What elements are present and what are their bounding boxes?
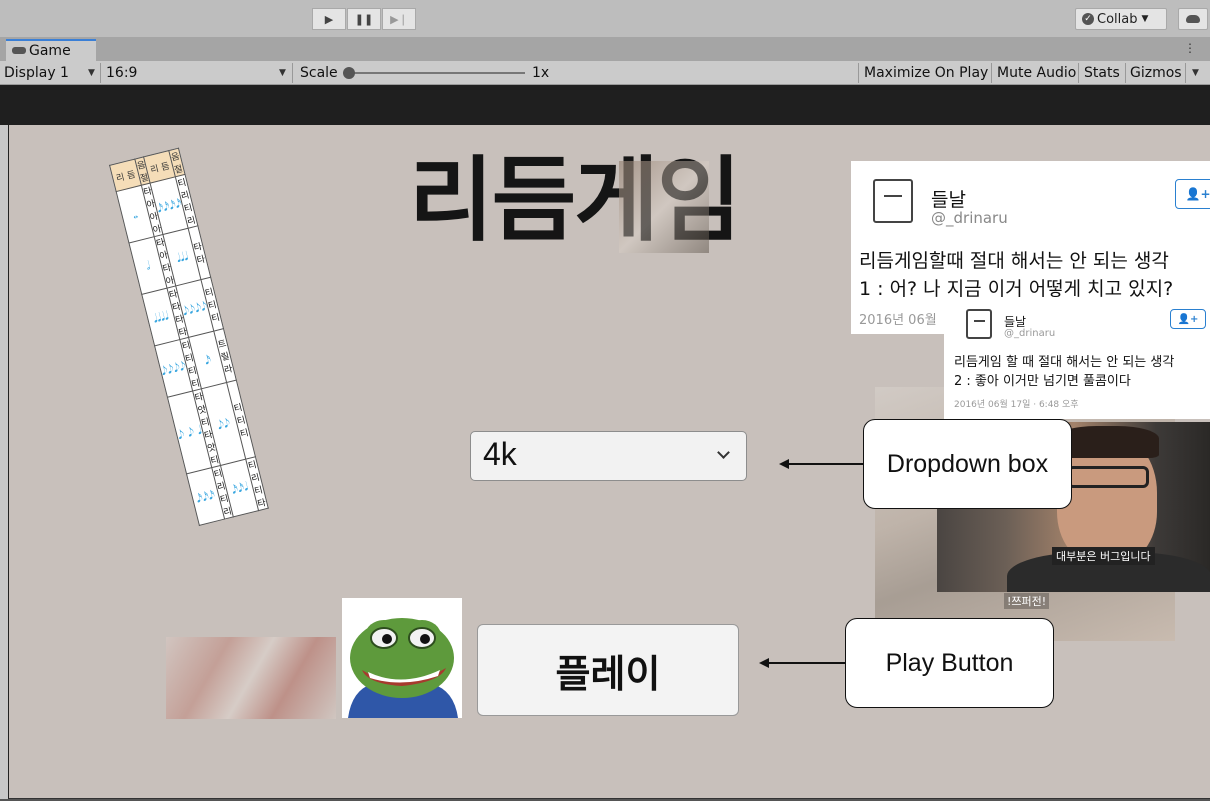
play-button[interactable]: ▶ [312,8,346,30]
step-button[interactable]: ▶❘ [382,8,416,30]
tab-game[interactable]: Game [6,39,96,61]
aspect-select[interactable]: 16:9 [106,61,137,85]
tweet-text: 리듬게임 할 때 절대 해서는 안 되는 생각 2 : 좋아 이거만 넘기면 풀… [954,353,1174,391]
game-view: 리 듬 음 절 리 듬 음 절 𝅝 타 아 아 아 𝅘𝅥𝅯𝅘𝅥𝅯𝅘𝅥𝅯𝅘𝅥𝅯 티… [8,125,1210,799]
pause-button[interactable]: ❚❚ [347,8,381,30]
kebab-menu-icon[interactable]: ⋮ [1184,41,1196,55]
avatar [966,309,992,339]
mute-audio-toggle[interactable]: Mute Audio [997,61,1076,85]
check-icon: ✓ [1082,13,1094,25]
chevron-down-icon: ▼ [1141,14,1149,24]
scale-slider-handle[interactable] [343,67,355,79]
title-meme-overlay [619,161,709,253]
game-control-bar: Display 1 ▼ 16:9 ▼ Scale 1x Maximize On … [0,61,1210,85]
pause-icon: ❚❚ [354,12,374,26]
playback-controls: ▶ ❚❚ ▶❘ [312,8,417,30]
play-annotation: Play Button [845,618,1054,708]
faded-meme-image [166,637,336,719]
tab-bar: Game [0,37,1210,61]
glasses [1067,466,1149,488]
tweet-author-handle: @_drinaru [931,209,1008,227]
tweet-date: 2016년 06월 17일 · 6:48 오후 [954,400,1079,410]
scale-slider-track[interactable] [345,72,525,74]
maximize-on-play-toggle[interactable]: Maximize On Play [864,61,988,85]
annotation-arrow [789,463,863,465]
cloud-button[interactable] [1178,8,1208,30]
cloud-icon [1186,15,1200,23]
tweet-line: 2 : 좋아 이거만 넘기면 풀콤이다 [954,374,1131,389]
tweet-author-handle: @_drinaru [1004,328,1056,339]
aspect-chevron-icon: ▼ [279,68,286,78]
gamepad-icon [12,47,26,54]
chevron-down-icon [717,446,730,459]
arrow-head-icon [779,459,789,469]
follow-user-icon: 👤+ [1175,179,1210,209]
top-toolbar: ▶ ❚❚ ▶❘ ✓ Collab ▼ [0,0,1210,37]
collab-label: Collab [1097,11,1138,27]
key-mode-dropdown[interactable]: 4k [470,431,747,481]
stats-toggle[interactable]: Stats [1084,61,1120,85]
tweet-text: 리듬게임할때 절대 해서는 안 되는 생각 1 : 어? 나 지금 이거 어떻게… [859,247,1173,303]
follow-user-icon: 👤+ [1170,309,1206,329]
tweet-author-name: 들날 [931,189,966,211]
annotation-arrow [769,662,845,664]
unity-editor: ▶ ❚❚ ▶❘ ✓ Collab ▼ Game ⋮ Display 1 ▼ 16… [0,0,1210,801]
collab-button[interactable]: ✓ Collab ▼ [1075,8,1167,30]
play-game-button[interactable]: 플레이 [477,624,739,716]
display-select[interactable]: Display 1 [4,61,69,85]
display-label: Display 1 [4,65,69,81]
dropdown-annotation: Dropdown box [863,419,1072,509]
video-subtitle: 대부분은 버그입니다 [1052,547,1155,565]
tweet-card: 들날 @_drinaru 👤+ 리듬게임 할 때 절대 해서는 안 되는 생각 … [944,297,1210,419]
tweet-line: 리듬게임 할 때 절대 해서는 안 되는 생각 [954,355,1175,370]
avatar [873,179,913,223]
gizmos-toggle[interactable]: Gizmos [1130,61,1182,85]
tab-label: Game [29,43,71,59]
rhythm-table: 리 듬 음 절 리 듬 음 절 𝅝 타 아 아 아 𝅘𝅥𝅯𝅘𝅥𝅯𝅘𝅥𝅯𝅘𝅥𝅯 티… [109,147,269,526]
game-view-letterbox [0,85,1210,125]
aspect-label: 16:9 [106,65,138,81]
tweet-date: 2016년 06월 [859,313,937,328]
dropdown-selected-value: 4k [483,436,517,472]
scale-value: 1x [532,65,550,81]
step-icon: ▶❘ [390,12,408,26]
video-caption: !쯔퍼전! [1004,593,1050,609]
scale-label: Scale [300,65,338,81]
arrow-head-icon [759,658,769,668]
display-chevron-icon: ▼ [88,68,95,78]
pepe-frog-image [342,598,462,718]
play-icon: ▶ [324,12,334,26]
tweet-line: 리듬게임할때 절대 해서는 안 되는 생각 [859,250,1169,272]
gizmos-chevron-icon[interactable]: ▼ [1192,61,1199,85]
